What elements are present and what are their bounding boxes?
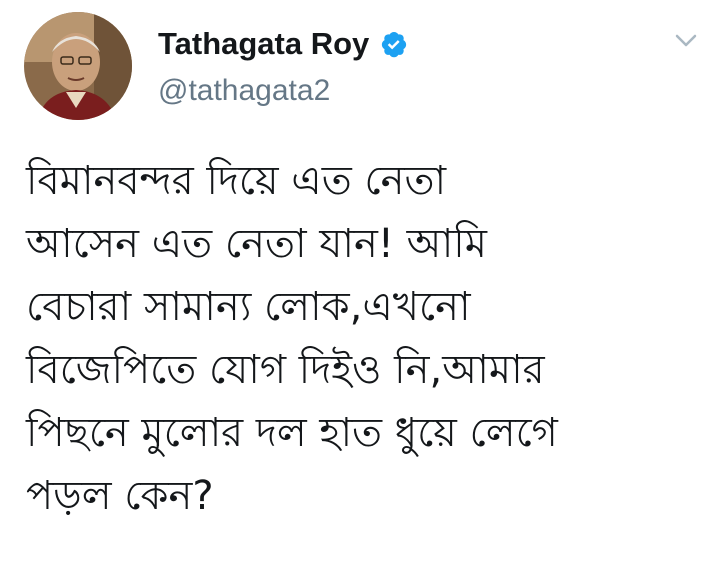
tweet-text: বিমানবন্দর দিয়ে এত নেতা আসেন এত নেতা যা… xyxy=(26,158,558,519)
author-handle[interactable]: @tathagata2 xyxy=(158,74,330,108)
author-avatar[interactable] xyxy=(24,12,132,120)
tweet-card: Tathagata Roy @tathagata2 বিমানবন্দর দিয… xyxy=(0,0,720,580)
avatar-image xyxy=(24,12,132,120)
author-display-name[interactable]: Tathagata Roy xyxy=(158,26,369,62)
verified-badge-icon xyxy=(378,29,408,59)
chevron-down-icon[interactable] xyxy=(672,28,700,52)
author-name-row: Tathagata Roy xyxy=(158,24,408,64)
